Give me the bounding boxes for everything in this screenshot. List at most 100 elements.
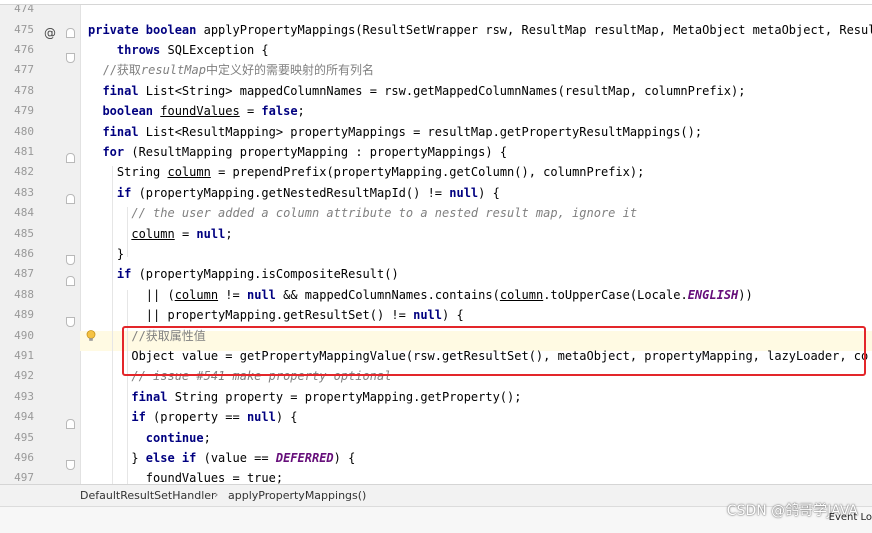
code-text[interactable]: if (property == null) {	[88, 407, 297, 427]
fold-marker-if-composite[interactable]	[66, 276, 75, 286]
event-log-button[interactable]: Event Lo	[829, 512, 872, 523]
code-text[interactable]: foundValues = true;	[88, 468, 283, 484]
code-line[interactable]: 479 boolean foundValues = false;	[0, 101, 872, 121]
line-number: 487	[14, 267, 34, 281]
code-token: ) {	[478, 185, 500, 200]
line-number: 491	[14, 348, 34, 362]
code-line[interactable]: 475 private boolean applyPropertyMappings…	[0, 19, 872, 39]
code-token: 中定义好的需要映射的所有列名	[205, 63, 374, 78]
code-text[interactable]: continue;	[88, 428, 211, 448]
code-token: continue	[88, 430, 204, 445]
fold-marker-if-nested-end[interactable]	[66, 255, 75, 265]
code-text[interactable]: final String property = propertyMapping.…	[88, 387, 521, 407]
code-token: else if	[145, 450, 204, 465]
code-line[interactable]: 488 || (column != null && mappedColumnNa…	[0, 285, 872, 305]
code-text[interactable]: boolean foundValues = false;	[88, 101, 304, 121]
code-text[interactable]: || (column != null && mappedColumnNames.…	[88, 285, 753, 305]
code-token: final	[88, 124, 146, 139]
code-token: column	[174, 287, 219, 302]
fold-marker-if-composite-end[interactable]	[66, 317, 75, 327]
code-line[interactable]: 495 continue;	[0, 427, 872, 447]
code-token: ) {	[333, 450, 356, 465]
code-token: private boolean	[88, 22, 204, 37]
code-text[interactable]: column = null;	[88, 224, 232, 244]
code-token: =	[239, 104, 262, 119]
override-annotation-icon[interactable]: @	[44, 26, 56, 40]
code-token: column	[167, 165, 211, 180]
breadcrumb-class[interactable]: DefaultResultSetHandler	[80, 489, 216, 502]
code-line[interactable]: 486 }	[0, 244, 872, 264]
code-token: foundValues	[160, 104, 240, 119]
code-text[interactable]: if (propertyMapping.isCompositeResult()	[88, 264, 399, 284]
code-line[interactable]: 485 column = null;	[0, 223, 872, 243]
code-line[interactable]: 482 String column = prependPrefix(proper…	[0, 162, 872, 182]
code-line[interactable]: 483 if (propertyMapping.getNestedResultM…	[0, 183, 872, 203]
code-token: SQLException {	[167, 42, 269, 57]
code-token: if	[88, 267, 139, 282]
code-text[interactable]: final List<String> mappedColumnNames = r…	[88, 81, 745, 101]
fold-marker-if-property[interactable]	[66, 419, 75, 429]
code-text[interactable]: // the user added a column attribute to …	[88, 203, 637, 223]
code-text[interactable]: || propertyMapping.getResultSet() != nul…	[88, 305, 464, 325]
code-line[interactable]: 489 || propertyMapping.getResultSet() !=…	[0, 305, 872, 325]
fold-marker-if-nested[interactable]	[66, 194, 75, 204]
line-number: 489	[14, 308, 34, 322]
code-line[interactable]: 481 for (ResultMapping propertyMapping :…	[0, 142, 872, 162]
line-number: 475	[14, 22, 34, 36]
code-text[interactable]: private boolean applyPropertyMappings(Re…	[88, 20, 872, 40]
line-number: 483	[14, 185, 34, 199]
code-line[interactable]: 493 final String property = propertyMapp…	[0, 387, 872, 407]
code-token: = prependPrefix(propertyMapping.getColum…	[210, 165, 645, 180]
code-token: if	[88, 410, 154, 425]
line-number: 481	[14, 144, 34, 158]
lightbulb-icon[interactable]	[86, 330, 96, 342]
code-token: null	[449, 185, 479, 200]
code-token: || (	[88, 287, 175, 302]
code-text[interactable]: final List<ResultMapping> propertyMappin…	[88, 122, 702, 142]
code-line[interactable]: 480 final List<ResultMapping> propertyMa…	[0, 121, 872, 141]
code-text[interactable]: for (ResultMapping propertyMapping : pro…	[88, 142, 507, 162]
code-text[interactable]: throws SQLException {	[88, 40, 269, 60]
fold-marker-else-if[interactable]	[66, 460, 75, 470]
code-editor[interactable]: 474 // hidden line475private boolean app…	[0, 0, 872, 484]
fold-marker-method[interactable]	[66, 28, 75, 38]
code-token: final	[88, 389, 175, 404]
code-text[interactable]: }	[88, 244, 124, 264]
code-token: ENGLISH	[687, 287, 739, 302]
code-line[interactable]: 484 // the user added a column attribute…	[0, 203, 872, 223]
code-text[interactable]: } else if (value == DEFERRED) {	[88, 448, 355, 468]
code-token: List<ResultMapping> propertyMappings = r…	[145, 124, 703, 139]
code-line[interactable]: 487 if (propertyMapping.isCompositeResul…	[0, 264, 872, 284]
code-token: //获取	[88, 63, 141, 78]
code-token: applyPropertyMappings(ResultSetWrapper r…	[203, 22, 872, 37]
code-token: null	[196, 226, 226, 241]
code-line[interactable]: 478 final List<String> mappedColumnNames…	[0, 81, 872, 101]
code-line[interactable]: 477 //获取resultMap中定义好的需要映射的所有列名	[0, 60, 872, 80]
code-token: if	[88, 185, 139, 200]
indent-guide	[112, 166, 113, 484]
code-text[interactable]: if (propertyMapping.getNestedResultMapId…	[88, 183, 500, 203]
line-number: 484	[14, 206, 34, 220]
code-token: !=	[218, 287, 247, 302]
code-token: boolean	[88, 104, 161, 119]
line-number: 480	[14, 124, 34, 138]
code-line[interactable]: 494 if (property == null) {	[0, 407, 872, 427]
fold-marker-throws[interactable]	[66, 53, 75, 63]
breadcrumb-method[interactable]: applyPropertyMappings()	[228, 489, 366, 502]
code-line[interactable]: 497 foundValues = true;	[0, 468, 872, 484]
line-number: 485	[14, 226, 34, 240]
code-token: ) {	[442, 308, 464, 323]
line-number: 482	[14, 165, 34, 179]
code-token: column	[499, 287, 544, 302]
code-line[interactable]: 476 throws SQLException {	[0, 40, 872, 60]
fold-marker-for[interactable]	[66, 153, 75, 163]
code-token: final	[88, 83, 146, 98]
code-text[interactable]: String column = prependPrefix(propertyMa…	[88, 162, 644, 182]
code-token: null	[246, 287, 276, 302]
line-number: 497	[14, 471, 34, 484]
code-token: }	[88, 450, 146, 465]
code-line[interactable]: 496 } else if (value == DEFERRED) {	[0, 448, 872, 468]
code-text[interactable]: //获取resultMap中定义好的需要映射的所有列名	[88, 60, 374, 80]
editor-top-edge	[0, 0, 872, 5]
